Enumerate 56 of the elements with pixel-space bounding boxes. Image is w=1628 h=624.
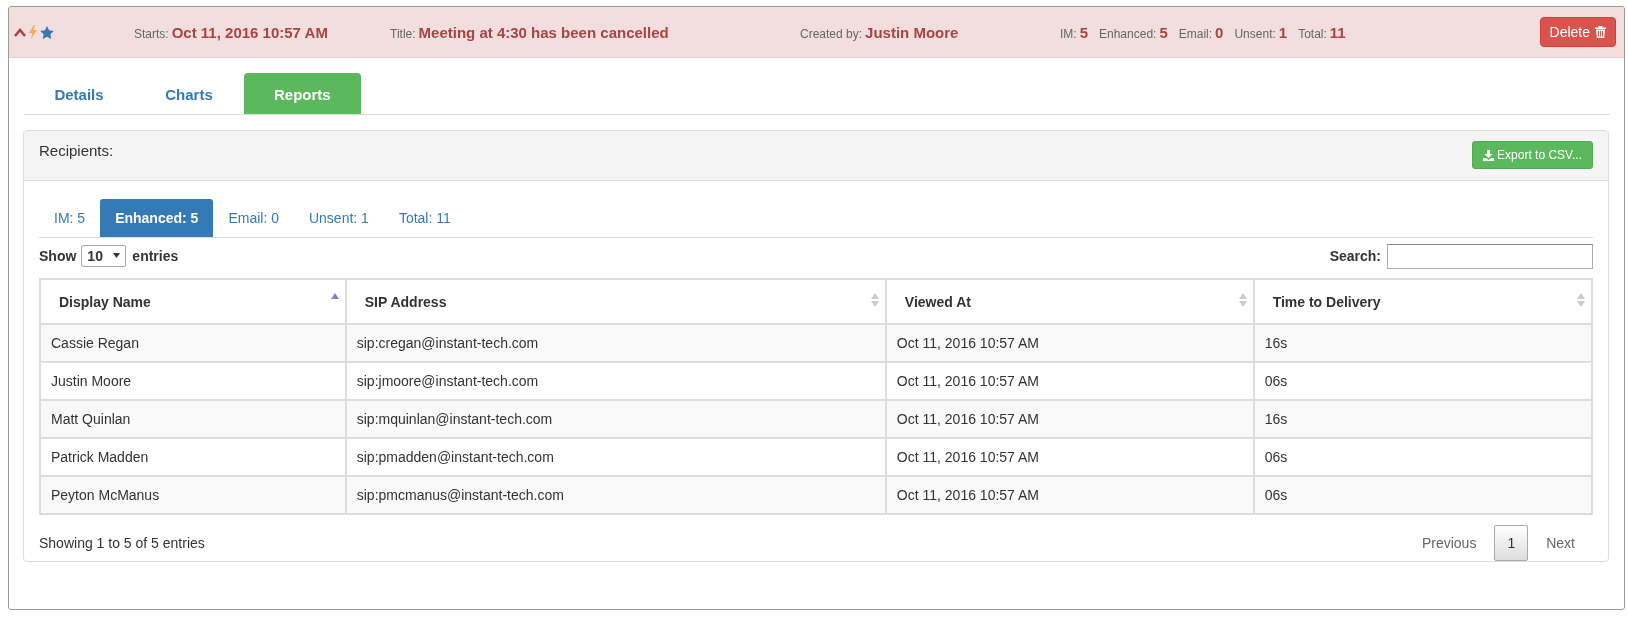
dropdown-arrow-icon [113, 253, 121, 258]
column-header[interactable]: Time to Delivery [1253, 279, 1592, 324]
filter-tab[interactable]: Total: 11 [383, 199, 466, 237]
panel-title: Recipients: [39, 142, 114, 161]
table-cell: sip:pmcmanus@instant-tech.com [345, 476, 886, 514]
count-label: Total: [1298, 26, 1327, 41]
field-label: Title: [390, 26, 416, 41]
search-field[interactable] [1387, 243, 1593, 269]
count-value: 5 [1079, 23, 1088, 41]
trash-icon [1595, 26, 1606, 38]
show-label: Show [39, 248, 77, 264]
count-value: 11 [1329, 23, 1346, 41]
table-cell: Cassie Regan [40, 324, 346, 362]
nav-tab[interactable]: Charts [134, 73, 244, 114]
download-icon [1483, 149, 1495, 161]
table-cell: Oct 11, 2016 10:57 AM [885, 400, 1254, 438]
count-label: Enhanced: [1099, 26, 1157, 41]
count-label: IM: [1060, 26, 1077, 41]
page-number-button[interactable]: 1 [1494, 525, 1529, 561]
count-value: 1 [1278, 23, 1288, 41]
table-cell: 16s [1253, 324, 1592, 362]
search-label: Search: [1329, 248, 1381, 264]
nav-tab[interactable]: Reports [244, 73, 361, 114]
entries-label: entries [132, 248, 179, 264]
table-cell: Oct 11, 2016 10:57 AM [885, 476, 1254, 514]
field-value: Meeting at 4:30 has been cancelled [418, 23, 669, 41]
page-size-select[interactable]: 10 [81, 245, 127, 267]
column-header[interactable]: SIP Address [345, 279, 886, 324]
table-cell: sip:mquinlan@instant-tech.com [345, 400, 886, 438]
count-label: Unsent: [1234, 26, 1276, 41]
star-icon[interactable] [40, 25, 54, 39]
filter-tab[interactable]: Enhanced: 5 [100, 199, 214, 237]
lightning-icon [29, 25, 37, 39]
table-cell: 16s [1253, 400, 1592, 438]
field-label: Created by: [800, 26, 863, 41]
column-header[interactable]: Viewed At [885, 279, 1254, 324]
table-cell: Matt Quinlan [40, 400, 346, 438]
table-cell: sip:cregan@instant-tech.com [345, 324, 886, 362]
filter-tab[interactable]: Unsent: 1 [293, 199, 384, 237]
count-label: Email: [1178, 26, 1213, 41]
table-cell: Oct 11, 2016 10:57 AM [885, 324, 1254, 362]
export-button[interactable]: Export to CSV... [1472, 141, 1593, 169]
field-value: Justin Moore [865, 23, 959, 41]
caret-up-icon[interactable] [14, 27, 26, 37]
delete-button[interactable]: Delete [1539, 17, 1616, 47]
table-cell: 06s [1253, 476, 1592, 514]
table-cell: Peyton McManus [40, 476, 346, 514]
count-value: 0 [1215, 23, 1224, 41]
nav-tab[interactable]: Details [24, 73, 134, 114]
count-value: 5 [1159, 23, 1168, 41]
field-label: Starts: [134, 26, 169, 41]
filter-tab[interactable]: IM: 5 [39, 199, 101, 237]
field-value: Oct 11, 2016 10:57 AM [171, 23, 328, 41]
table-info: Showing 1 to 5 of 5 entries [39, 535, 205, 551]
column-header[interactable]: Display Name [40, 279, 346, 324]
filter-tab[interactable]: Email: 0 [213, 199, 294, 237]
